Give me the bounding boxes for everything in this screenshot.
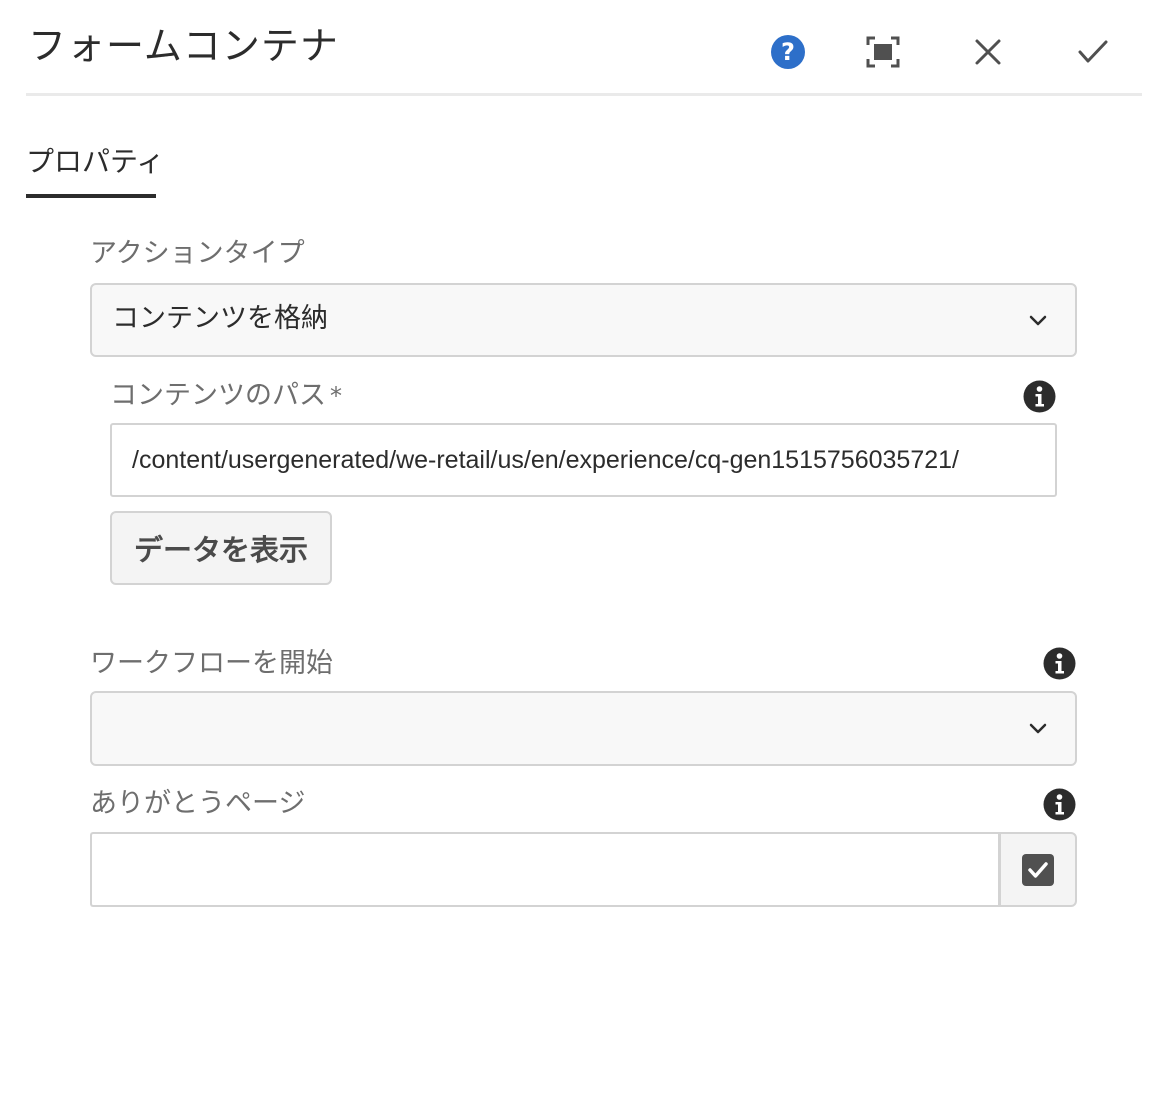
tab-properties-label: プロパティ [26, 145, 165, 178]
checkbox-checked-icon [1022, 853, 1054, 886]
help-icon: ? [771, 35, 805, 69]
svg-text:?: ? [781, 38, 795, 66]
tab-properties[interactable]: プロパティ [26, 140, 164, 198]
fullscreen-button[interactable] [857, 26, 909, 78]
info-icon[interactable] [1023, 380, 1056, 413]
info-icon[interactable] [1043, 647, 1076, 680]
close-icon [975, 39, 1001, 65]
dialog-title: フォームコンテナ [28, 24, 339, 68]
fullscreen-icon [866, 36, 900, 68]
dialog-header: フォームコンテナ ? [26, 0, 1142, 96]
info-icon[interactable] [1043, 788, 1076, 821]
action-type-label: アクションタイプ [90, 238, 305, 269]
view-data-button[interactable]: データを表示 [110, 511, 332, 585]
content-path-label-text: コンテンツのパス [110, 380, 326, 411]
cancel-button[interactable] [962, 26, 1014, 78]
thank-you-page-input[interactable] [90, 832, 1002, 907]
content-path-input[interactable] [110, 423, 1057, 497]
help-button[interactable]: ? [762, 26, 814, 78]
done-button[interactable] [1067, 26, 1119, 78]
thank-you-page-label: ありがとうページ [90, 788, 306, 819]
chevron-down-icon [1029, 723, 1047, 734]
checkmark-icon [1078, 40, 1108, 63]
content-path-label: コンテンツのパス * [110, 378, 342, 414]
action-type-select[interactable]: コンテンツを格納 [90, 283, 1077, 357]
start-workflow-label: ワークフローを開始 [90, 648, 333, 679]
chevron-down-icon [1029, 315, 1047, 326]
path-browser-button[interactable] [998, 832, 1077, 907]
start-workflow-select[interactable] [90, 691, 1077, 766]
action-type-value: コンテンツを格納 [112, 303, 328, 334]
required-indicator: * [330, 382, 342, 410]
